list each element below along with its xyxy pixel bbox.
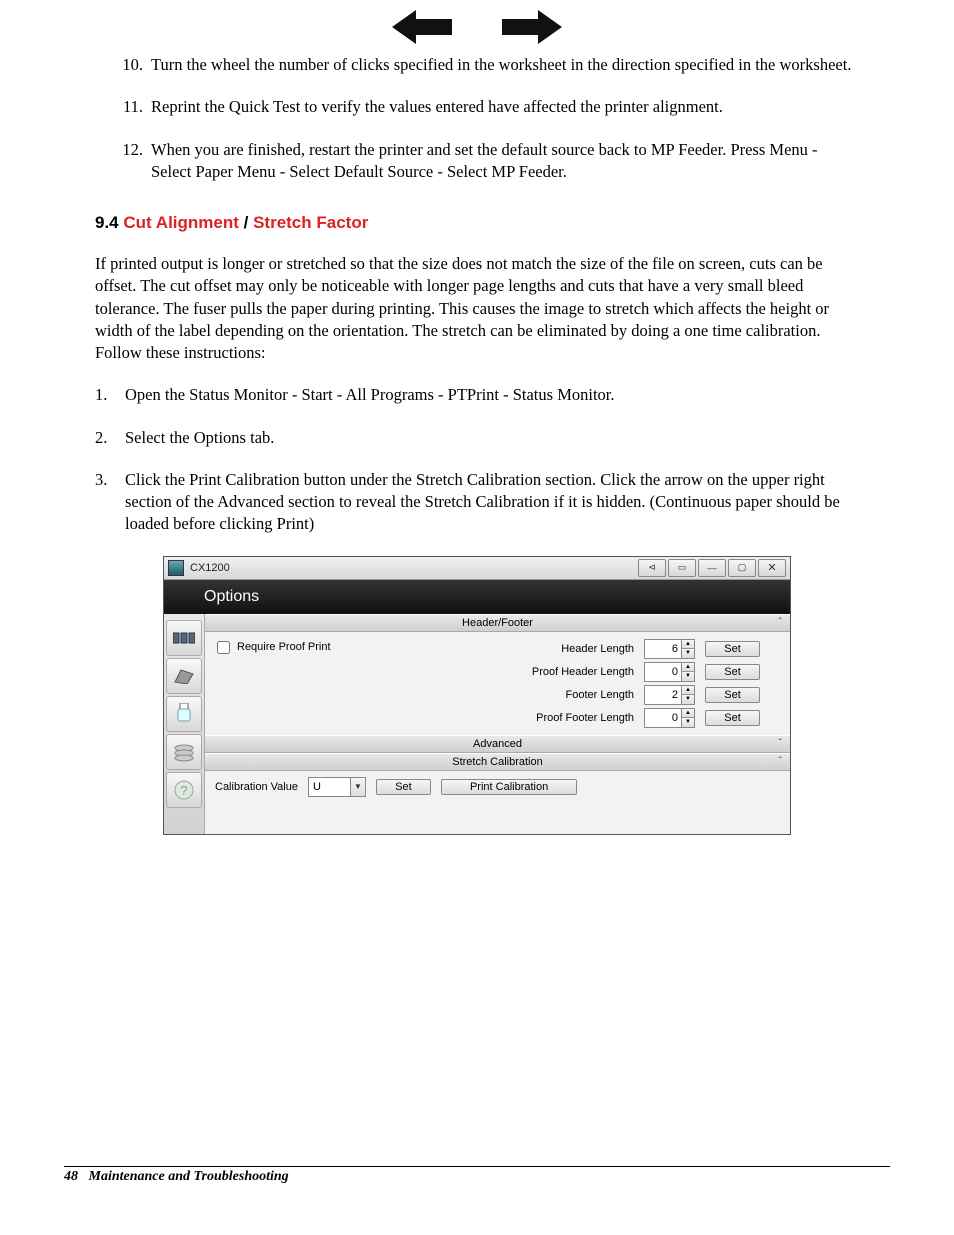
field-label: Header Length xyxy=(561,643,634,655)
step-number: 12. xyxy=(117,139,143,184)
spin-up-icon[interactable]: ▲ xyxy=(682,709,694,719)
section-title-part2: Stretch Factor xyxy=(253,213,368,232)
calibration-value-label: Calibration Value xyxy=(215,781,298,793)
list-item: 2. Select the Options tab. xyxy=(95,427,859,449)
section-heading: 9.4 Cut Alignment / Stretch Factor xyxy=(95,213,859,233)
list-item: 1. Open the Status Monitor - Start - All… xyxy=(95,384,859,406)
spin-up-icon[interactable]: ▲ xyxy=(682,640,694,650)
section-label: Header/Footer xyxy=(462,617,533,629)
step-text: Reprint the Quick Test to verify the val… xyxy=(151,96,859,118)
header-length-row: Header Length ▲▼ Set xyxy=(421,639,760,659)
spin-down-icon[interactable]: ▼ xyxy=(682,695,694,704)
step-text: Open the Status Monitor - Start - All Pr… xyxy=(125,384,859,406)
field-label: Proof Footer Length xyxy=(536,712,634,724)
set-button[interactable]: Set xyxy=(705,687,760,703)
footer-length-input[interactable] xyxy=(645,686,681,704)
titlebar: CX1200 ⊲ ▭ — ▢ ✕ xyxy=(164,557,790,580)
calibration-value-input[interactable] xyxy=(309,778,350,796)
set-button[interactable]: Set xyxy=(376,779,431,795)
field-label: Footer Length xyxy=(566,689,635,701)
footer-length-spinner[interactable]: ▲▼ xyxy=(644,685,695,705)
spin-up-icon[interactable]: ▲ xyxy=(682,686,694,696)
app-window: CX1200 ⊲ ▭ — ▢ ✕ Options xyxy=(163,556,791,835)
require-proof-input[interactable] xyxy=(217,641,230,654)
section-slash: / xyxy=(239,213,253,232)
list-item: 10. Turn the wheel the number of clicks … xyxy=(117,54,859,76)
step-text: Select the Options tab. xyxy=(125,427,859,449)
print-calibration-button[interactable]: Print Calibration xyxy=(441,779,577,795)
page-number: 48 xyxy=(64,1169,78,1184)
section-title-part1: Cut Alignment xyxy=(123,213,239,232)
proof-footer-length-input[interactable] xyxy=(645,709,681,727)
step-number: 3. xyxy=(95,469,113,536)
window-title: CX1200 xyxy=(190,562,638,574)
collapse-icon[interactable]: ˆ xyxy=(779,617,782,628)
footer-length-row: Footer Length ▲▼ Set xyxy=(421,685,760,705)
step-number: 1. xyxy=(95,384,113,406)
section-label: Stretch Calibration xyxy=(452,756,543,768)
intro-paragraph: If printed output is longer or stretched… xyxy=(95,253,859,364)
help-button[interactable]: ⊲ xyxy=(638,559,666,577)
sidebar-tab-status[interactable] xyxy=(166,620,202,656)
step-text: Turn the wheel the number of clicks spec… xyxy=(151,54,859,76)
svg-text:?: ? xyxy=(180,783,187,798)
header-footer-section[interactable]: Header/Footer ˆ xyxy=(205,614,790,632)
advanced-section[interactable]: Advanced ˇ xyxy=(205,735,790,753)
options-header: Options xyxy=(164,580,790,614)
sidebar-tab-supplies[interactable] xyxy=(166,696,202,732)
require-proof-checkbox[interactable]: Require Proof Print xyxy=(213,638,413,657)
prev-arrow-icon[interactable] xyxy=(392,10,452,44)
close-button[interactable]: ✕ xyxy=(758,559,786,577)
proof-header-length-row: Proof Header Length ▲▼ Set xyxy=(421,662,760,682)
step-text: Click the Print Calibration button under… xyxy=(125,469,859,536)
section-label: Advanced xyxy=(473,738,522,750)
set-button[interactable]: Set xyxy=(705,664,760,680)
step-text: When you are finished, restart the print… xyxy=(151,139,859,184)
spin-down-icon[interactable]: ▼ xyxy=(682,718,694,727)
page-footer: 48 Maintenance and Troubleshooting xyxy=(64,1166,890,1185)
next-arrow-icon[interactable] xyxy=(502,10,562,44)
app-icon xyxy=(168,560,184,576)
stretch-calibration-section[interactable]: Stretch Calibration ˆ xyxy=(205,753,790,771)
step-number: 10. xyxy=(117,54,143,76)
list-item: 3. Click the Print Calibration button un… xyxy=(95,469,859,536)
set-button[interactable]: Set xyxy=(705,641,760,657)
spin-down-icon[interactable]: ▼ xyxy=(682,649,694,658)
tray-button[interactable]: ▭ xyxy=(668,559,696,577)
sidebar-tab-help[interactable]: ? xyxy=(166,772,202,808)
header-length-spinner[interactable]: ▲▼ xyxy=(644,639,695,659)
expand-icon[interactable]: ˇ xyxy=(779,738,782,749)
set-button[interactable]: Set xyxy=(705,710,760,726)
proof-footer-length-spinner[interactable]: ▲▼ xyxy=(644,708,695,728)
spin-up-icon[interactable]: ▲ xyxy=(682,663,694,673)
require-proof-label: Require Proof Print xyxy=(237,641,331,653)
step-number: 11. xyxy=(117,96,143,118)
collapse-icon[interactable]: ˆ xyxy=(779,756,782,767)
proof-header-length-spinner[interactable]: ▲▼ xyxy=(644,662,695,682)
header-length-input[interactable] xyxy=(645,640,681,658)
sub-steps-list: 1. Open the Status Monitor - Start - All… xyxy=(95,384,859,535)
section-number: 9.4 xyxy=(95,213,119,232)
maximize-button[interactable]: ▢ xyxy=(728,559,756,577)
top-steps-list: 10. Turn the wheel the number of clicks … xyxy=(95,54,859,183)
step-number: 2. xyxy=(95,427,113,449)
footer-title: Maintenance and Troubleshooting xyxy=(89,1169,289,1184)
calibration-value-combo[interactable]: ▼ xyxy=(308,777,366,797)
sidebar-tab-printer[interactable] xyxy=(166,658,202,694)
minimize-button[interactable]: — xyxy=(698,559,726,577)
list-item: 12. When you are finished, restart the p… xyxy=(117,139,859,184)
proof-footer-length-row: Proof Footer Length ▲▼ Set xyxy=(421,708,760,728)
proof-header-length-input[interactable] xyxy=(645,663,681,681)
field-label: Proof Header Length xyxy=(532,666,634,678)
list-item: 11. Reprint the Quick Test to verify the… xyxy=(117,96,859,118)
sidebar: ? xyxy=(164,614,205,834)
spin-down-icon[interactable]: ▼ xyxy=(682,672,694,681)
sidebar-tab-options[interactable] xyxy=(166,734,202,770)
dropdown-icon[interactable]: ▼ xyxy=(350,778,365,796)
